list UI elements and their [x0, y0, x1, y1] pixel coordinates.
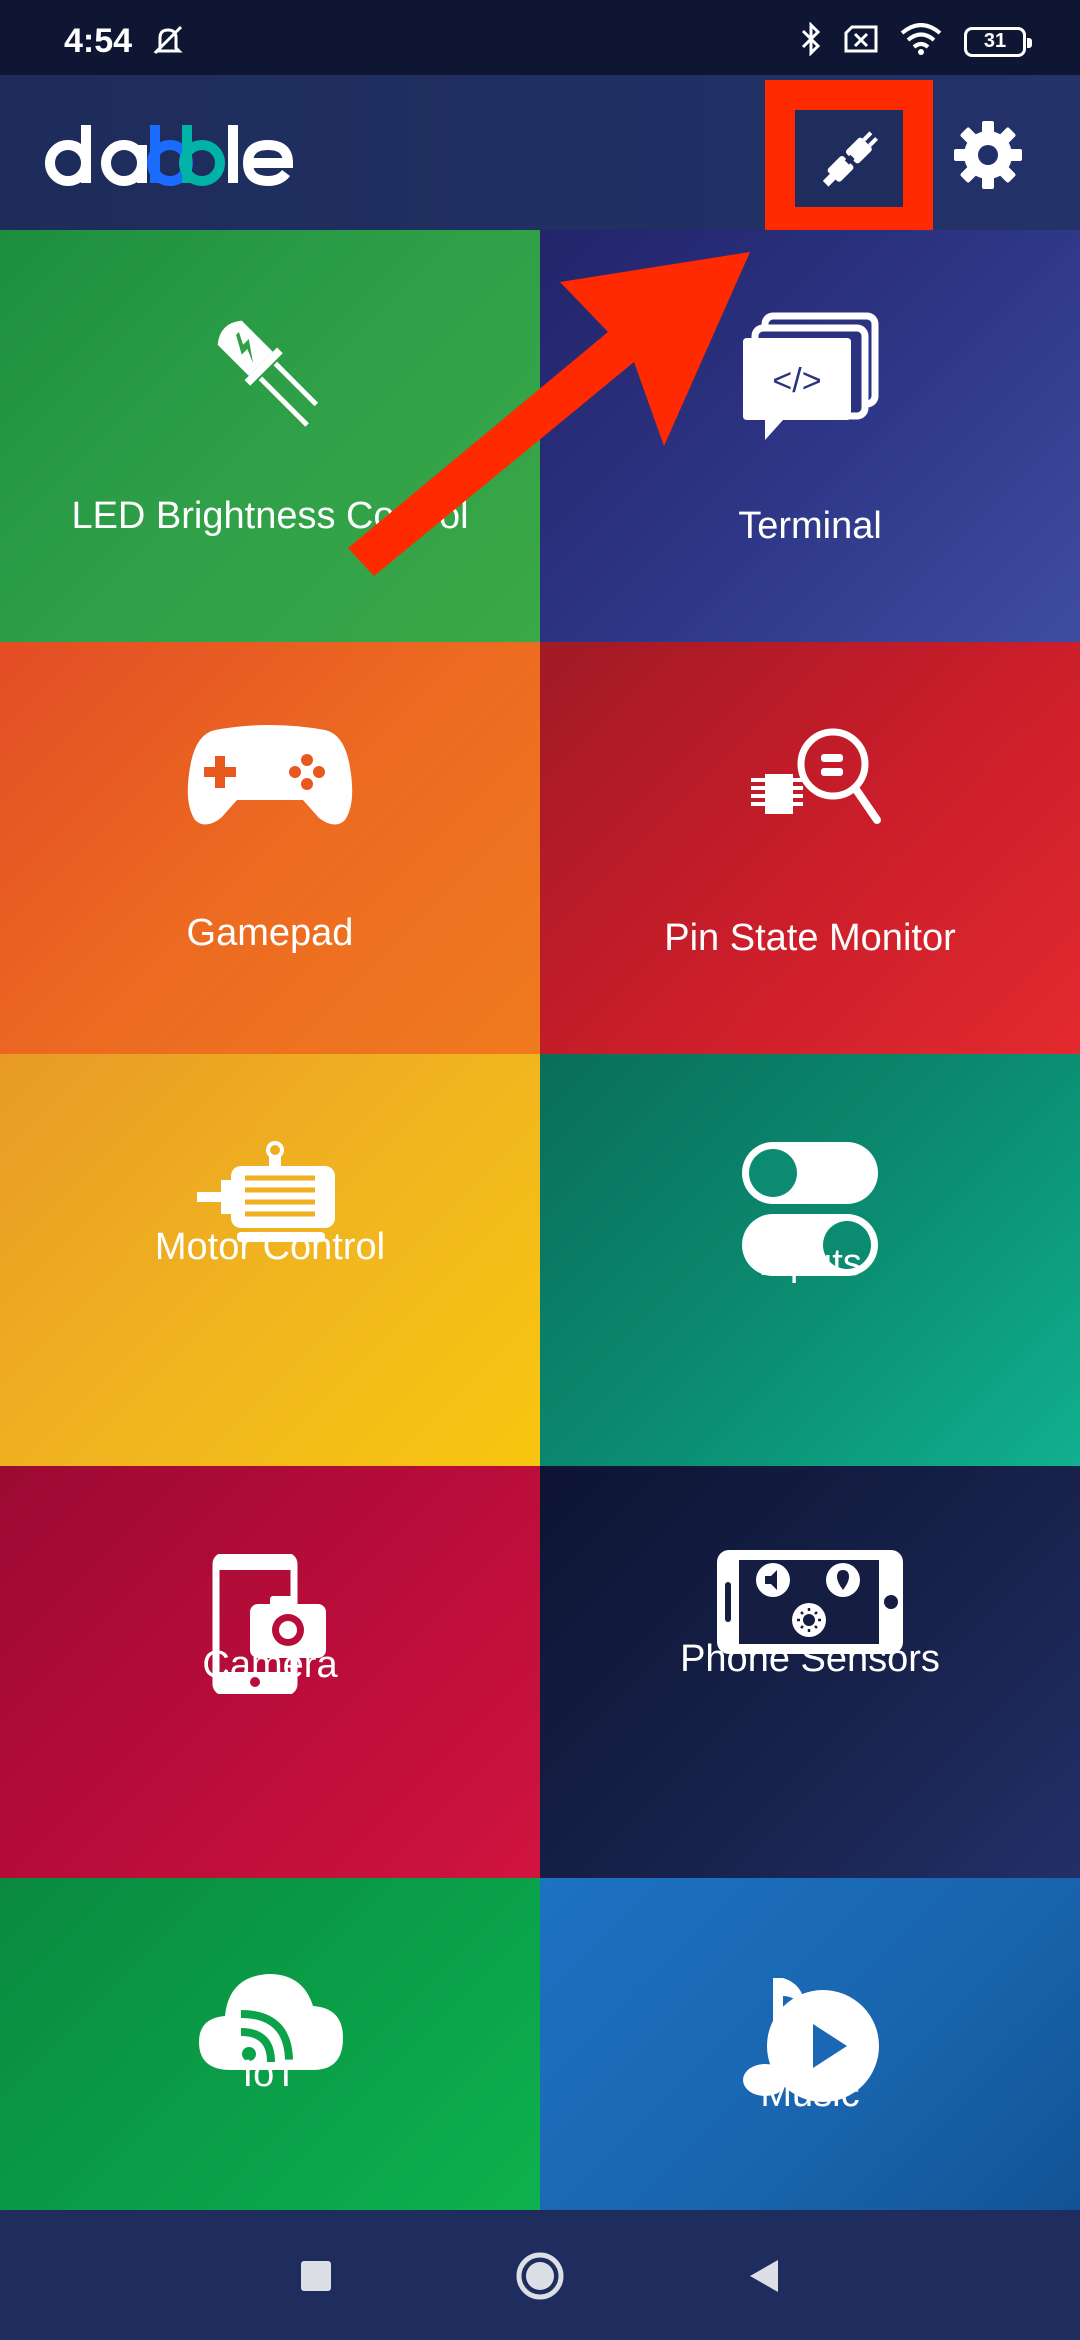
sim-off-icon: [844, 25, 878, 58]
tile-label: Music: [760, 2073, 860, 2115]
status-time: 4:54: [64, 22, 133, 60]
gamepad-icon: [0, 722, 540, 832]
tile-terminal[interactable]: </> Terminal: [540, 230, 1080, 642]
recents-button[interactable]: [288, 2248, 344, 2304]
tile-gamepad[interactable]: Gamepad: [0, 642, 540, 1054]
notifications-muted-icon: [150, 24, 186, 61]
pin-monitor-icon: [540, 724, 1080, 854]
battery-indicator: 31: [964, 26, 1032, 57]
tile-phone-sensors[interactable]: Phone Sensors: [540, 1466, 1080, 1878]
home-button[interactable]: [512, 2248, 568, 2304]
tile-label: Inputs: [758, 1242, 862, 1284]
tile-label: IoT: [242, 2053, 298, 2095]
terminal-icon: </>: [540, 312, 1080, 452]
plug-connect-icon: [822, 130, 878, 187]
tile-label: Pin State Monitor: [664, 917, 956, 959]
system-navigation-bar: [0, 2210, 1080, 2340]
status-bar: 4:54 31: [0, 0, 1080, 75]
led-icon: [0, 308, 540, 438]
tile-label: Camera: [202, 1644, 338, 1686]
tile-led-brightness-control[interactable]: LED Brightness Control: [0, 230, 540, 642]
tile-motor-control[interactable]: Motor Control: [0, 1054, 540, 1466]
tile-label: Phone Sensors: [680, 1638, 940, 1680]
gear-icon: [954, 121, 1022, 189]
settings-button[interactable]: [950, 117, 1026, 193]
square-icon: [301, 2261, 331, 2291]
svg-text:</>: </>: [772, 362, 821, 400]
dabble-logo: [42, 115, 302, 200]
back-triangle-icon: [750, 2260, 778, 2292]
back-button[interactable]: [736, 2248, 792, 2304]
circle-icon: [516, 2252, 564, 2300]
tile-label: Terminal: [738, 505, 882, 547]
tile-label: Gamepad: [186, 912, 354, 954]
wifi-icon: [900, 23, 942, 60]
tile-pin-state-monitor[interactable]: Pin State Monitor: [540, 642, 1080, 1054]
tile-label: Motor Control: [154, 1226, 386, 1268]
tile-inputs[interactable]: Inputs: [540, 1054, 1080, 1466]
tile-label: LED Brightness Control: [71, 495, 469, 537]
tile-camera[interactable]: Camera: [0, 1466, 540, 1878]
bluetooth-icon: [800, 21, 822, 61]
module-grid: LED Brightness Control </> Terminal Game…: [0, 230, 1080, 2290]
bluetooth-connect-button[interactable]: [765, 80, 933, 237]
app-header: [0, 75, 1080, 237]
